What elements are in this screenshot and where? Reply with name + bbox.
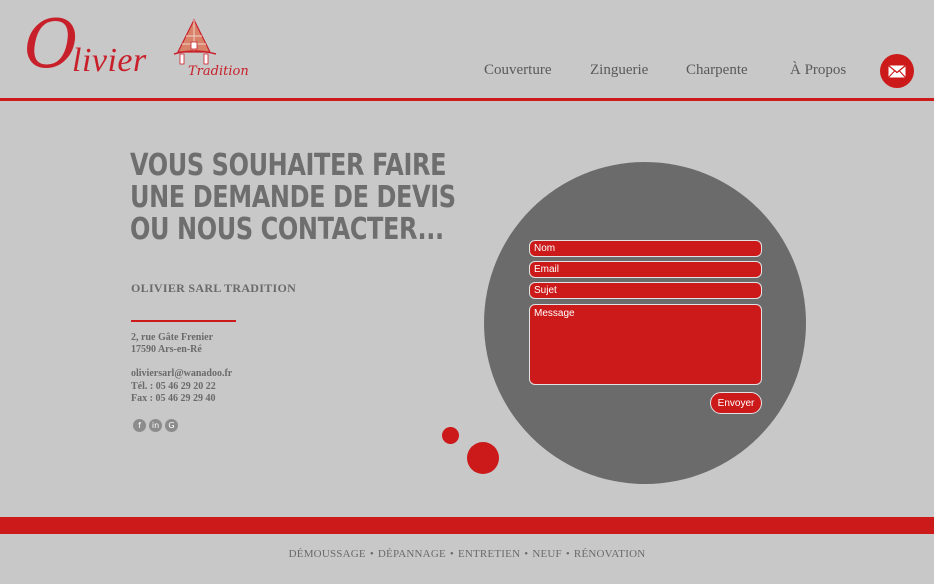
address-line-2: 17590 Ars-en-Ré — [131, 344, 202, 355]
bullet-separator: • — [449, 548, 454, 560]
google-plus-icon[interactable]: G — [165, 419, 178, 432]
page-title-line: VOUS SOUHAITER FAIRE — [130, 148, 447, 183]
company-name: OLIVIER SARL TRADITION — [131, 281, 297, 295]
phone-number: Tél. : 05 46 29 20 22 — [131, 381, 216, 392]
send-button[interactable]: Envoyer — [710, 392, 762, 414]
subject-field[interactable] — [529, 282, 762, 299]
service-item: DÉMOUSSAGE — [288, 548, 366, 560]
social-links: f in G — [133, 419, 178, 432]
message-field[interactable] — [529, 304, 762, 385]
email-field[interactable] — [529, 261, 762, 278]
section-divider — [131, 320, 236, 322]
services-list: DÉMOUSSAGE • DÉPANNAGE • ENTRETIEN • NEUF • RÉNO… — [0, 548, 934, 560]
mail-button[interactable] — [880, 54, 914, 88]
fax-number: Fax : 05 46 29 29 40 — [131, 393, 216, 404]
linkedin-icon[interactable]: in — [149, 419, 162, 432]
decorative-bubble-medium — [467, 442, 499, 474]
decorative-bubble-small — [442, 427, 459, 444]
page-title: VOUS SOUHAITER FAIRE UNE DEMANDE DE DEVI… — [130, 148, 456, 247]
main-nav: Couverture Zinguerie Charpente À Propos — [0, 62, 934, 86]
facebook-icon[interactable]: f — [133, 419, 146, 432]
nav-a-propos[interactable]: À Propos — [790, 62, 846, 79]
service-item: DÉPANNAGE — [377, 548, 446, 560]
page-title-line: OU NOUS CONTACTER... — [130, 212, 444, 247]
footer-band — [0, 517, 934, 534]
service-item: NEUF — [532, 548, 562, 560]
service-item: RÉNOVATION — [573, 548, 646, 560]
nav-zinguerie[interactable]: Zinguerie — [590, 62, 648, 79]
mail-icon — [888, 64, 906, 78]
nav-couverture[interactable]: Couverture — [484, 62, 551, 79]
service-item: ENTRETIEN — [457, 548, 521, 560]
site-header: O livier Tradition Couverture Zinguerie … — [0, 0, 934, 98]
house-icon — [173, 18, 217, 65]
bullet-separator: • — [524, 548, 529, 560]
bullet-separator: • — [565, 548, 570, 560]
header-divider — [0, 98, 934, 101]
address-line-1: 2, rue Gâte Frenier — [131, 332, 214, 343]
email-link[interactable]: oliviersarl@wanadoo.fr — [131, 368, 232, 380]
bullet-separator: • — [369, 548, 374, 560]
page-title-line: UNE DEMANDE DE DEVIS — [130, 180, 456, 215]
name-field[interactable] — [529, 240, 762, 257]
nav-charpente[interactable]: Charpente — [686, 62, 748, 79]
